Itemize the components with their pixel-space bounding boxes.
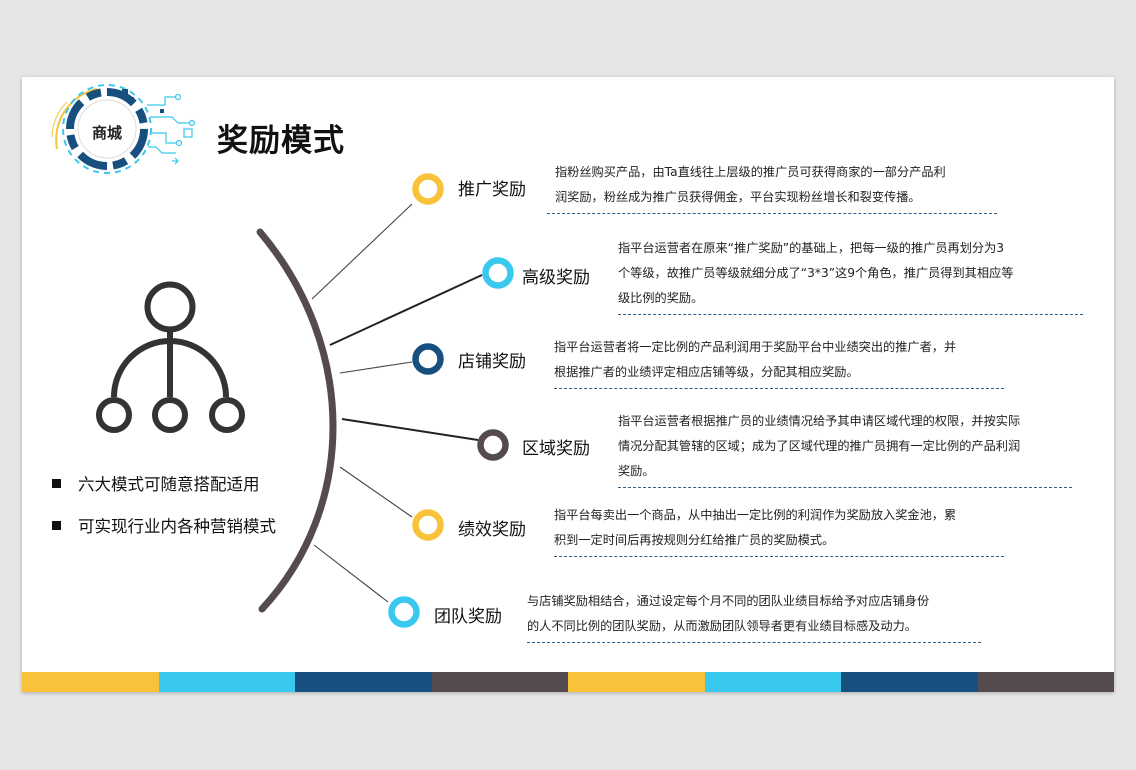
- square-bullet-icon: [52, 479, 61, 488]
- central-arc: [256, 228, 337, 613]
- label-performance-reward: 绩效奖励: [458, 520, 526, 540]
- desc-line: 指平台运营者将一定比例的产品利润用于奖励平台中业绩突出的推广者，并: [554, 340, 957, 354]
- ring-marker-2: [482, 257, 514, 289]
- bullet-text: 六大模式可随意搭配适用: [78, 475, 260, 494]
- footer-segment: [295, 672, 432, 692]
- bullet-item: 六大模式可随意搭配适用: [52, 471, 260, 495]
- ring-marker-3: [412, 343, 444, 375]
- desc-line: 奖励。: [618, 464, 655, 478]
- ring-marker-6: [388, 596, 420, 628]
- desc-line: 积到一定时间后再按规则分红给推广员的奖励模式。: [554, 533, 835, 547]
- desc-advanced-reward: 指平台运营者在原来“推广奖励”的基础上，把每一级的推广员再划分为3 个等级，故推…: [618, 236, 1083, 315]
- connector-lines: [311, 203, 483, 603]
- desc-promotion-reward: 指粉丝购买产品，由Ta直线往上层级的推广员可获得商家的一部分产品利 润奖励，粉丝…: [547, 160, 997, 214]
- desc-line: 指平台每卖出一个商品，从中抽出一定比例的利润作为奖励放入奖金池，累: [554, 508, 957, 522]
- ring-marker-5: [412, 509, 444, 541]
- bullet-item: 可实现行业内各种营销模式: [52, 513, 276, 537]
- desc-line: 的人不同比例的团队奖励，从而激励团队领导者更有业绩目标感及动力。: [527, 619, 917, 633]
- ring-marker-1: [412, 173, 444, 205]
- desc-line: 级比例的奖励。: [618, 291, 704, 305]
- desc-line: 指平台运营者根据推广员的业绩情况给予其申请区域代理的权限，并按实际: [618, 414, 1021, 428]
- org-chart-icon: [96, 281, 245, 433]
- label-region-reward: 区域奖励: [522, 439, 590, 459]
- desc-region-reward: 指平台运营者根据推广员的业绩情况给予其申请区域代理的权限，并按实际 情况分配其管…: [618, 409, 1072, 488]
- desc-store-reward: 指平台运营者将一定比例的产品利润用于奖励平台中业绩突出的推广者，并 根据推广者的…: [554, 335, 1004, 389]
- footer-segment: [568, 672, 705, 692]
- desc-line: 个等级，故推广员等级就细分成了“3*3”这9个角色，推广员得到其相应等: [618, 266, 1014, 280]
- desc-line: 与店铺奖励相结合，通过设定每个月不同的团队业绩目标给予对应店铺身份: [527, 594, 930, 608]
- label-advanced-reward: 高级奖励: [522, 268, 590, 288]
- logo-text: 商城: [91, 124, 122, 142]
- footer-segment: [841, 672, 978, 692]
- desc-line: 指平台运营者在原来“推广奖励”的基础上，把每一级的推广员再划分为3: [618, 241, 1005, 255]
- footer-segment: [977, 672, 1114, 692]
- desc-performance-reward: 指平台每卖出一个商品，从中抽出一定比例的利润作为奖励放入奖金池，累 积到一定时间…: [554, 503, 1004, 557]
- page-title: 奖励模式: [217, 123, 345, 159]
- bullet-text: 可实现行业内各种营销模式: [78, 517, 276, 536]
- ring-marker-4: [477, 429, 509, 461]
- desc-team-reward: 与店铺奖励相结合，通过设定每个月不同的团队业绩目标给予对应店铺身份 的人不同比例…: [527, 589, 981, 643]
- footer-segment: [158, 672, 295, 692]
- footer-segment: [22, 672, 159, 692]
- label-team-reward: 团队奖励: [434, 607, 502, 627]
- label-store-reward: 店铺奖励: [458, 352, 526, 372]
- desc-line: 根据推广者的业绩评定相应店铺等级，分配其相应奖励。: [554, 365, 859, 379]
- square-bullet-icon: [52, 521, 61, 530]
- slide: 商城 奖励模式 推广奖励 高级奖励 店铺奖励 区域奖励 绩效奖励 团队奖励 指粉…: [22, 77, 1114, 692]
- color-footer-bar: [22, 672, 1114, 692]
- desc-line: 润奖励，粉丝成为推广员获得佣金，平台实现粉丝增长和裂变传播。: [555, 190, 921, 204]
- desc-line: 情况分配其管辖的区域；成为了区域代理的推广员拥有一定比例的产品利润: [618, 439, 1021, 453]
- footer-segment: [431, 672, 568, 692]
- desc-line: 指粉丝购买产品，由Ta直线往上层级的推广员可获得商家的一部分产品利: [555, 165, 946, 179]
- label-promotion-reward: 推广奖励: [458, 180, 526, 200]
- footer-segment: [704, 672, 841, 692]
- ring-markers: [388, 173, 514, 628]
